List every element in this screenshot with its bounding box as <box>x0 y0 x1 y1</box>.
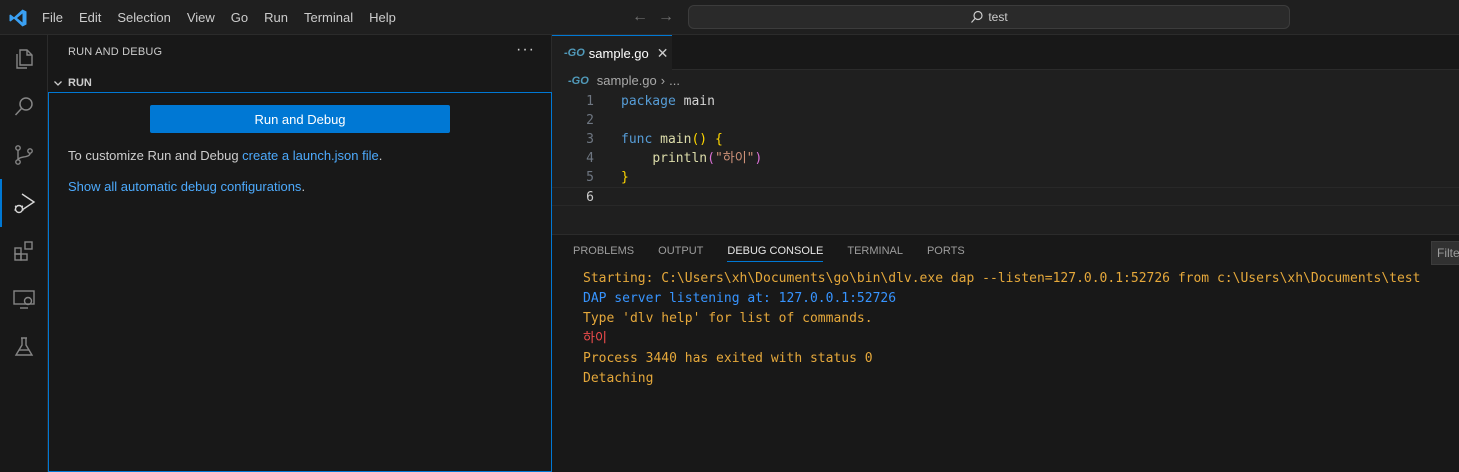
tab-sample-go[interactable]: -GO sample.go ✕ <box>552 35 672 70</box>
menu-bar: File Edit Selection View Go Run Terminal… <box>34 0 404 35</box>
filter-input[interactable]: Filter <box>1431 241 1459 265</box>
flask-icon <box>14 337 34 356</box>
tab-problems[interactable]: PROBLEMS <box>573 245 634 262</box>
extensions-icon <box>14 241 33 261</box>
menu-selection[interactable]: Selection <box>109 10 178 25</box>
code-line: 2 <box>552 111 1459 130</box>
source-control-button[interactable] <box>0 131 48 179</box>
console-line: 하이 <box>583 331 607 346</box>
menu-terminal[interactable]: Terminal <box>296 10 361 25</box>
function-call: println <box>652 151 708 166</box>
chevron-right-icon: › <box>660 73 666 88</box>
show-all-configs-link[interactable]: Show all automatic debug configurations <box>68 179 301 194</box>
line-number: 3 <box>586 132 594 147</box>
function-name: main <box>660 132 692 147</box>
customize-hint: To customize Run and Debug create a laun… <box>68 148 382 163</box>
editor-tabs: -GO sample.go ✕ <box>552 35 1459 70</box>
title-bar: File Edit Selection View Go Run Terminal… <box>0 0 1459 35</box>
close-icon[interactable]: ✕ <box>657 45 669 62</box>
go-file-icon: -GO <box>564 47 585 59</box>
chevron-down-icon <box>54 81 62 86</box>
menu-file[interactable]: File <box>34 10 71 25</box>
command-center-search[interactable]: test <box>688 5 1290 29</box>
hint-suffix: . <box>378 148 383 163</box>
code-line-current: 6 <box>552 187 1459 206</box>
code-editor[interactable]: 1 package main 2 3 func main() { 4 print… <box>552 92 1459 206</box>
run-debug-sidebar: RUN AND DEBUG ··· RUN Run and Debug To c… <box>48 35 552 472</box>
code-line: 5 } <box>552 168 1459 187</box>
magnifier-icon <box>14 97 33 116</box>
show-all-suffix: . <box>301 179 306 194</box>
run-debug-icon <box>14 193 36 214</box>
console-line: Detaching <box>583 371 654 386</box>
breadcrumb-file[interactable]: sample.go <box>597 73 657 88</box>
menu-edit[interactable]: Edit <box>71 10 109 25</box>
remote-explorer-icon <box>13 290 35 309</box>
line-number: 1 <box>586 94 594 109</box>
go-file-icon: -GO <box>568 74 589 87</box>
run-section-body: Run and Debug To customize Run and Debug… <box>48 92 552 472</box>
menu-help[interactable]: Help <box>361 10 404 25</box>
source-control-icon <box>15 145 33 165</box>
identifier: main <box>683 94 715 109</box>
code-line: 4 println("하이") <box>552 149 1459 168</box>
run-debug-button[interactable] <box>0 179 48 227</box>
tab-debug-console[interactable]: DEBUG CONSOLE <box>727 245 824 262</box>
line-number: 5 <box>586 170 594 185</box>
remote-explorer-button[interactable] <box>0 275 48 323</box>
debug-console-output: Starting: C:\Users\xh\Documents\go\bin\d… <box>583 269 1420 389</box>
editor-area: -GO sample.go ✕ -GO sample.go › ... 1 pa… <box>552 35 1459 234</box>
search-icon <box>971 10 983 23</box>
console-line: Starting: C:\Users\xh\Documents\go\bin\d… <box>583 271 1421 286</box>
console-line: DAP server listening at: 127.0.0.1:52726 <box>583 291 897 306</box>
keyword: package <box>621 94 676 109</box>
back-arrow-icon[interactable]: ← <box>632 8 648 26</box>
nav-arrows: ← → <box>632 8 674 26</box>
line-number: 2 <box>586 113 594 128</box>
breadcrumb: -GO sample.go › ... <box>568 73 680 88</box>
panel-tabs: PROBLEMS OUTPUT DEBUG CONSOLE TERMINAL P… <box>573 245 965 262</box>
tab-terminal[interactable]: TERMINAL <box>847 245 903 262</box>
bottom-panel: PROBLEMS OUTPUT DEBUG CONSOLE TERMINAL P… <box>552 234 1459 472</box>
tab-label: sample.go <box>588 45 649 61</box>
keyword: func <box>621 132 653 147</box>
explorer-button[interactable] <box>0 35 48 83</box>
more-actions-icon[interactable]: ··· <box>516 41 535 59</box>
menu-go[interactable]: Go <box>223 10 256 25</box>
forward-arrow-icon[interactable]: → <box>658 8 674 26</box>
sidebar-title: RUN AND DEBUG <box>68 46 163 58</box>
line-number: 4 <box>586 151 594 166</box>
tab-ports[interactable]: PORTS <box>927 245 965 262</box>
activity-bar <box>0 35 48 472</box>
extensions-button[interactable] <box>0 227 48 275</box>
search-view-button[interactable] <box>0 83 48 131</box>
show-all-configs: Show all automatic debug configurations. <box>68 179 305 194</box>
line-number: 6 <box>586 190 594 205</box>
string-literal: "하이" <box>714 151 755 166</box>
files-icon <box>16 49 33 69</box>
console-line: Process 3440 has exited with status 0 <box>583 351 873 366</box>
menu-view[interactable]: View <box>179 10 223 25</box>
console-line: Type 'dlv help' for list of commands. <box>583 311 873 326</box>
run-and-debug-button[interactable]: Run and Debug <box>150 105 450 133</box>
hint-prefix: To customize Run and Debug <box>68 148 243 163</box>
search-text: test <box>988 10 1008 24</box>
run-section-header[interactable]: RUN <box>48 72 552 94</box>
create-launch-json-link[interactable]: create a launch.json file <box>242 148 379 163</box>
run-section-label: RUN <box>68 77 92 89</box>
menu-run[interactable]: Run <box>256 10 296 25</box>
code-line: 1 package main <box>552 92 1459 111</box>
vscode-logo-icon <box>9 9 27 27</box>
code-line: 3 func main() { <box>552 130 1459 149</box>
testing-button[interactable] <box>0 323 48 371</box>
breadcrumb-more[interactable]: ... <box>669 73 680 88</box>
tab-output[interactable]: OUTPUT <box>658 245 703 262</box>
